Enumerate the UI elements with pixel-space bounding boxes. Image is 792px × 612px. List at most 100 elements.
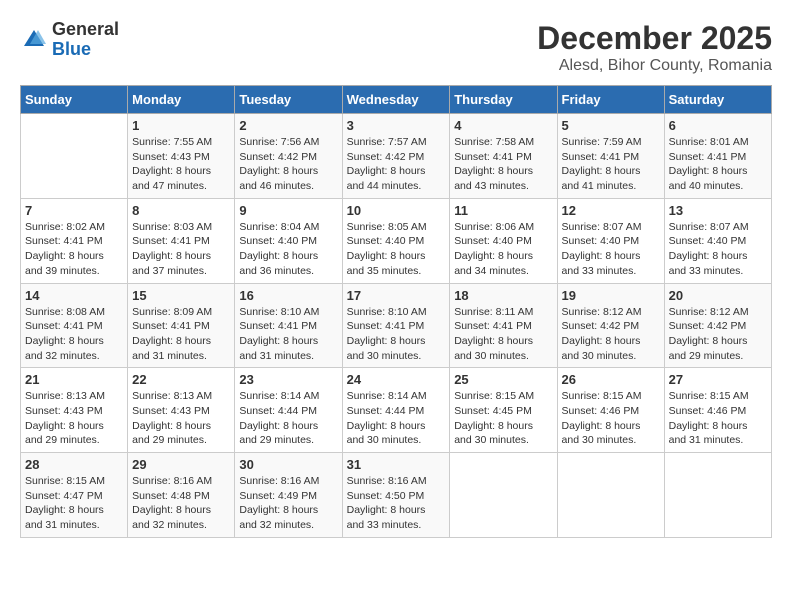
daylight-text: Daylight: 8 hours and 31 minutes. (669, 420, 748, 447)
daylight-text: Daylight: 8 hours and 35 minutes. (347, 250, 426, 277)
sunset-text: Sunset: 4:41 PM (347, 320, 425, 332)
calendar-week-5: 28Sunrise: 8:15 AMSunset: 4:47 PMDayligh… (21, 453, 772, 538)
day-info: Sunrise: 8:16 AMSunset: 4:49 PMDaylight:… (239, 474, 337, 533)
daylight-text: Daylight: 8 hours and 31 minutes. (25, 504, 104, 531)
daylight-text: Daylight: 8 hours and 31 minutes. (132, 335, 211, 362)
day-info: Sunrise: 8:06 AMSunset: 4:40 PMDaylight:… (454, 220, 552, 279)
sunrise-text: Sunrise: 8:01 AM (669, 136, 749, 148)
calendar-header: SundayMondayTuesdayWednesdayThursdayFrid… (21, 86, 772, 114)
day-info: Sunrise: 8:11 AMSunset: 4:41 PMDaylight:… (454, 305, 552, 364)
day-info: Sunrise: 8:12 AMSunset: 4:42 PMDaylight:… (669, 305, 767, 364)
weekday-header-friday: Friday (557, 86, 664, 114)
day-number: 3 (347, 118, 446, 133)
sunrise-text: Sunrise: 7:58 AM (454, 136, 534, 148)
calendar-cell: 12Sunrise: 8:07 AMSunset: 4:40 PMDayligh… (557, 198, 664, 283)
day-number: 12 (562, 203, 660, 218)
day-number: 24 (347, 372, 446, 387)
weekday-header-row: SundayMondayTuesdayWednesdayThursdayFrid… (21, 86, 772, 114)
daylight-text: Daylight: 8 hours and 31 minutes. (239, 335, 318, 362)
weekday-header-wednesday: Wednesday (342, 86, 450, 114)
calendar-cell (21, 114, 128, 199)
day-info: Sunrise: 8:01 AMSunset: 4:41 PMDaylight:… (669, 135, 767, 194)
day-number: 9 (239, 203, 337, 218)
sunrise-text: Sunrise: 8:07 AM (562, 221, 642, 233)
day-number: 17 (347, 288, 446, 303)
sunset-text: Sunset: 4:40 PM (239, 235, 317, 247)
sunrise-text: Sunrise: 7:59 AM (562, 136, 642, 148)
day-number: 2 (239, 118, 337, 133)
sunrise-text: Sunrise: 8:13 AM (132, 390, 212, 402)
sunset-text: Sunset: 4:42 PM (669, 320, 747, 332)
daylight-text: Daylight: 8 hours and 30 minutes. (454, 420, 533, 447)
calendar-subtitle: Alesd, Bihor County, Romania (537, 57, 772, 75)
calendar-cell (557, 453, 664, 538)
calendar-cell: 18Sunrise: 8:11 AMSunset: 4:41 PMDayligh… (450, 283, 557, 368)
sunset-text: Sunset: 4:41 PM (562, 151, 640, 163)
sunset-text: Sunset: 4:46 PM (562, 405, 640, 417)
calendar-cell: 1Sunrise: 7:55 AMSunset: 4:43 PMDaylight… (128, 114, 235, 199)
sunrise-text: Sunrise: 7:55 AM (132, 136, 212, 148)
day-info: Sunrise: 7:56 AMSunset: 4:42 PMDaylight:… (239, 135, 337, 194)
sunrise-text: Sunrise: 8:05 AM (347, 221, 427, 233)
day-info: Sunrise: 8:13 AMSunset: 4:43 PMDaylight:… (25, 389, 123, 448)
calendar-table: SundayMondayTuesdayWednesdayThursdayFrid… (20, 85, 772, 538)
calendar-cell: 28Sunrise: 8:15 AMSunset: 4:47 PMDayligh… (21, 453, 128, 538)
sunset-text: Sunset: 4:47 PM (25, 490, 103, 502)
daylight-text: Daylight: 8 hours and 36 minutes. (239, 250, 318, 277)
sunset-text: Sunset: 4:50 PM (347, 490, 425, 502)
day-info: Sunrise: 8:05 AMSunset: 4:40 PMDaylight:… (347, 220, 446, 279)
sunset-text: Sunset: 4:42 PM (239, 151, 317, 163)
calendar-cell: 24Sunrise: 8:14 AMSunset: 4:44 PMDayligh… (342, 368, 450, 453)
day-number: 14 (25, 288, 123, 303)
calendar-cell: 23Sunrise: 8:14 AMSunset: 4:44 PMDayligh… (235, 368, 342, 453)
calendar-cell: 21 Sunrise: 8:13 AMSunset: 4:43 PMDayligh… (21, 368, 128, 453)
sunrise-text: Sunrise: 8:12 AM (669, 306, 749, 318)
day-number: 21 (25, 372, 123, 387)
sunset-text: Sunset: 4:41 PM (454, 320, 532, 332)
sunset-text: Sunset: 4:40 PM (669, 235, 747, 247)
sunrise-text: Sunrise: 7:57 AM (347, 136, 427, 148)
calendar-week-1: 1Sunrise: 7:55 AMSunset: 4:43 PMDaylight… (21, 114, 772, 199)
calendar-week-4: 21Sunrise: 8:13 AMSunset: 4:43 PMDayligh… (21, 368, 772, 453)
sunset-text: Sunset: 4:46 PM (669, 405, 747, 417)
calendar-week-3: 14Sunrise: 8:08 AMSunset: 4:41 PMDayligh… (21, 283, 772, 368)
calendar-cell: 19Sunrise: 8:12 AMSunset: 4:42 PMDayligh… (557, 283, 664, 368)
day-number: 8 (132, 203, 230, 218)
daylight-text: Daylight: 8 hours and 40 minutes. (669, 165, 748, 192)
sunrise-text: Sunrise: 8:16 AM (239, 475, 319, 487)
daylight-text: Daylight: 8 hours and 30 minutes. (562, 420, 641, 447)
calendar-cell (664, 453, 771, 538)
sunset-text: Sunset: 4:41 PM (132, 320, 210, 332)
calendar-cell: 7Sunrise: 8:02 AMSunset: 4:41 PMDaylight… (21, 198, 128, 283)
day-info: Sunrise: 8:10 AMSunset: 4:41 PMDaylight:… (239, 305, 337, 364)
day-info: Sunrise: 8:16 AMSunset: 4:48 PMDaylight:… (132, 474, 230, 533)
sunrise-text: Sunrise: 8:03 AM (132, 221, 212, 233)
calendar-title: December 2025 (537, 20, 772, 57)
daylight-text: Daylight: 8 hours and 44 minutes. (347, 165, 426, 192)
calendar-cell: 6Sunrise: 8:01 AMSunset: 4:41 PMDaylight… (664, 114, 771, 199)
sunset-text: Sunset: 4:45 PM (454, 405, 532, 417)
daylight-text: Daylight: 8 hours and 30 minutes. (562, 335, 641, 362)
calendar-cell: 4Sunrise: 7:58 AMSunset: 4:41 PMDaylight… (450, 114, 557, 199)
day-info: Sunrise: 8:16 AMSunset: 4:50 PMDaylight:… (347, 474, 446, 533)
sunrise-text: Sunrise: 8:16 AM (132, 475, 212, 487)
day-number: 1 (132, 118, 230, 133)
sunrise-text: Sunrise: 8:12 AM (562, 306, 642, 318)
day-number: 29 (132, 457, 230, 472)
day-number: 30 (239, 457, 337, 472)
logo-text: General Blue (52, 20, 119, 60)
day-number: 31 (347, 457, 446, 472)
sunset-text: Sunset: 4:42 PM (562, 320, 640, 332)
daylight-text: Daylight: 8 hours and 29 minutes. (132, 420, 211, 447)
day-number: 7 (25, 203, 123, 218)
daylight-text: Daylight: 8 hours and 29 minutes. (25, 420, 104, 447)
sunrise-text: Sunrise: 8:06 AM (454, 221, 534, 233)
sunset-text: Sunset: 4:42 PM (347, 151, 425, 163)
calendar-cell: 14Sunrise: 8:08 AMSunset: 4:41 PMDayligh… (21, 283, 128, 368)
daylight-text: Daylight: 8 hours and 33 minutes. (562, 250, 641, 277)
day-number: 27 (669, 372, 767, 387)
calendar-cell: 31 Sunrise: 8:16 AMSunset: 4:50 PMDayligh… (342, 453, 450, 538)
sunrise-text: Sunrise: 8:13 AM (25, 390, 105, 402)
sunset-text: Sunset: 4:43 PM (132, 405, 210, 417)
calendar-cell: 11Sunrise: 8:06 AMSunset: 4:40 PMDayligh… (450, 198, 557, 283)
